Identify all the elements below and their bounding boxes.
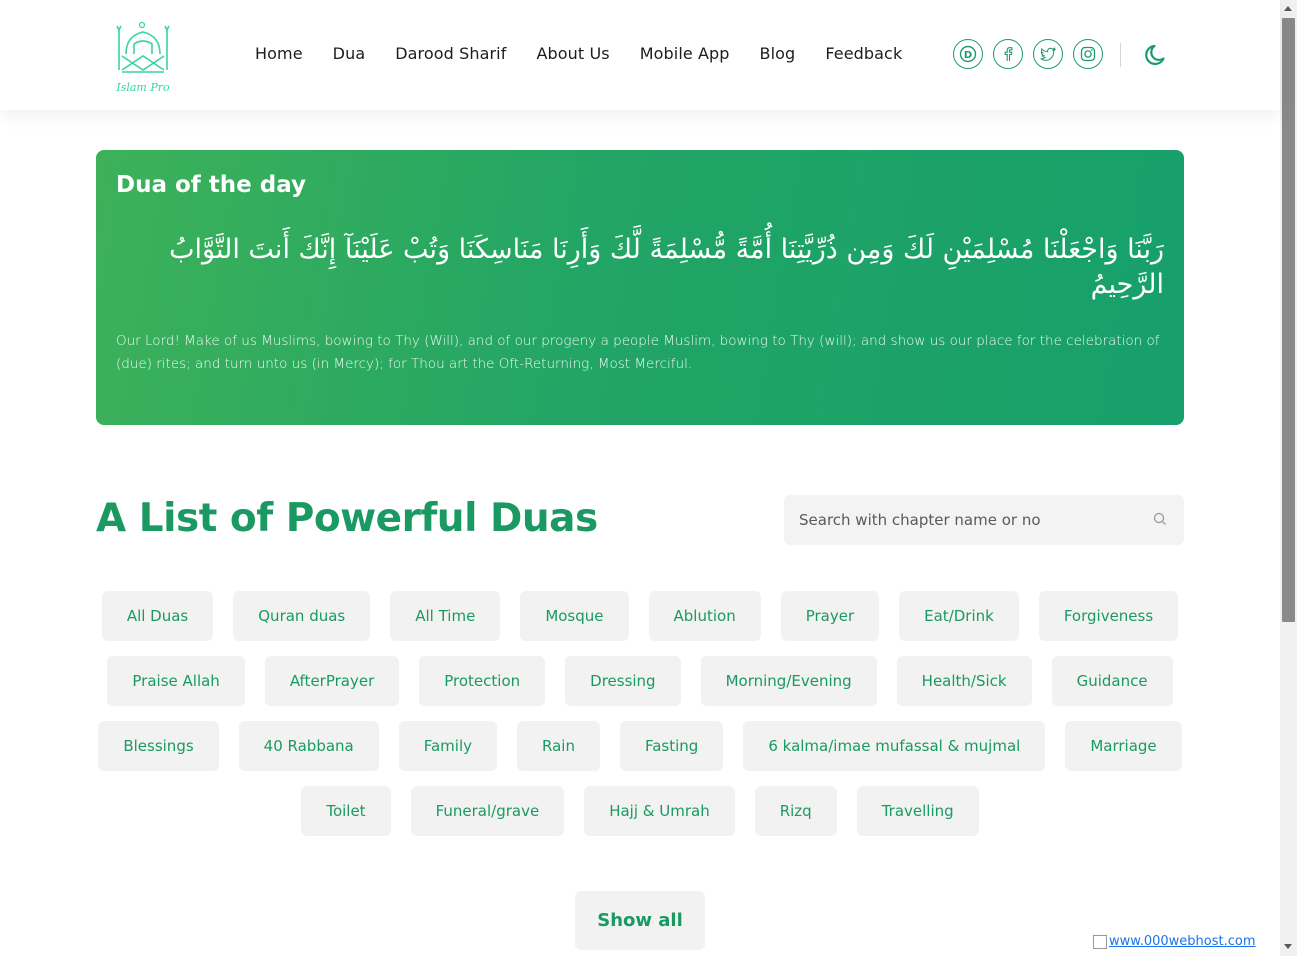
nav-dua[interactable]: Dua bbox=[333, 44, 366, 63]
duas-list-title: A List of Powerful Duas bbox=[96, 496, 598, 541]
facebook-link[interactable] bbox=[993, 39, 1023, 69]
chip-row: Praise Allah AfterPrayer Protection Dres… bbox=[96, 656, 1184, 706]
twitter-icon bbox=[1040, 47, 1057, 61]
broken-image-icon bbox=[1093, 934, 1107, 949]
show-all-button[interactable]: Show all bbox=[575, 891, 705, 950]
webhost-badge-text: www.000webhost.com bbox=[1109, 934, 1256, 949]
site-logo[interactable]: Islam Pro bbox=[112, 20, 174, 94]
category-chips: All Duas Quran duas All Time Mosque Ablu… bbox=[96, 591, 1184, 851]
category-chip[interactable]: Health/Sick bbox=[896, 656, 1032, 706]
dua-translation-text: Our Lord! Make of us Muslims, bowing to … bbox=[116, 333, 1160, 372]
chip-row: All Duas Quran duas All Time Mosque Ablu… bbox=[96, 591, 1184, 641]
category-chip[interactable]: Prayer bbox=[780, 591, 880, 641]
category-chip[interactable]: Fasting bbox=[619, 721, 724, 771]
category-chip[interactable]: Rain bbox=[517, 721, 600, 771]
category-chip[interactable]: Eat/Drink bbox=[899, 591, 1019, 641]
nav-feedback[interactable]: Feedback bbox=[825, 44, 902, 63]
category-chip[interactable]: All Duas bbox=[101, 591, 214, 641]
search-box bbox=[784, 495, 1184, 545]
search-icon[interactable] bbox=[1153, 512, 1167, 526]
category-chip[interactable]: Funeral/grave bbox=[410, 786, 565, 836]
svg-text:D: D bbox=[964, 50, 972, 61]
dua-of-the-day-card: Dua of the day رَبَّنَا وَاجْعَلْنَا مُس… bbox=[96, 150, 1184, 425]
category-chip[interactable]: All Time bbox=[390, 591, 501, 641]
category-chip[interactable]: Travelling bbox=[856, 786, 979, 836]
twitter-link[interactable] bbox=[1033, 39, 1063, 69]
nav-home[interactable]: Home bbox=[255, 44, 303, 63]
dailymotion-icon: D bbox=[959, 45, 977, 63]
main-nav: Home Dua Darood Sharif About Us Mobile A… bbox=[255, 44, 902, 63]
instagram-icon bbox=[1080, 46, 1096, 62]
logo-text: Islam Pro bbox=[116, 81, 170, 94]
header-divider bbox=[1120, 43, 1121, 67]
category-chip[interactable]: Protection bbox=[419, 656, 546, 706]
mosque-quran-logo-icon bbox=[116, 21, 170, 73]
category-chip[interactable]: Guidance bbox=[1051, 656, 1173, 706]
dua-arabic-text: رَبَّنَا وَاجْعَلْنَا مُسْلِمَيْنِ لَكَ … bbox=[169, 234, 1164, 301]
scroll-up-arrow-icon[interactable] bbox=[1284, 6, 1292, 11]
nav-mobile-app[interactable]: Mobile App bbox=[640, 44, 730, 63]
scrollbar-thumb[interactable] bbox=[1282, 18, 1295, 622]
nav-about-us[interactable]: About Us bbox=[536, 44, 609, 63]
category-chip[interactable]: Marriage bbox=[1065, 721, 1182, 771]
search-input[interactable] bbox=[784, 495, 1184, 545]
category-chip[interactable]: 40 Rabbana bbox=[238, 721, 379, 771]
category-chip[interactable]: Family bbox=[398, 721, 498, 771]
webhost-badge-link[interactable]: www.000webhost.com bbox=[1093, 934, 1256, 949]
category-chip[interactable]: Toilet bbox=[301, 786, 391, 836]
category-chip[interactable]: AfterPrayer bbox=[264, 656, 400, 706]
category-chip[interactable]: Quran duas bbox=[233, 591, 371, 641]
dailymotion-link[interactable]: D bbox=[953, 39, 983, 69]
category-chip[interactable]: Ablution bbox=[648, 591, 761, 641]
chip-row: Blessings 40 Rabbana Family Rain Fasting… bbox=[96, 721, 1184, 771]
site-header: Islam Pro Home Dua Darood Sharif About U… bbox=[0, 0, 1280, 110]
nav-blog[interactable]: Blog bbox=[760, 44, 796, 63]
instagram-link[interactable] bbox=[1073, 39, 1103, 69]
chip-row: Toilet Funeral/grave Hajj & Umrah Rizq T… bbox=[96, 786, 1184, 836]
social-links: D bbox=[953, 39, 1103, 69]
category-chip[interactable]: 6 kalma/imae mufassal & mujmal bbox=[743, 721, 1046, 771]
category-chip[interactable]: Morning/Evening bbox=[700, 656, 877, 706]
category-chip[interactable]: Praise Allah bbox=[107, 656, 245, 706]
facebook-icon bbox=[1004, 47, 1013, 61]
category-chip[interactable]: Blessings bbox=[98, 721, 219, 771]
nav-darood-sharif[interactable]: Darood Sharif bbox=[395, 44, 506, 63]
theme-toggle[interactable] bbox=[1143, 42, 1169, 68]
category-chip[interactable]: Hajj & Umrah bbox=[584, 786, 735, 836]
category-chip[interactable]: Mosque bbox=[520, 591, 629, 641]
category-chip[interactable]: Dressing bbox=[565, 656, 681, 706]
category-chip[interactable]: Rizq bbox=[754, 786, 837, 836]
scroll-down-arrow-icon[interactable] bbox=[1284, 944, 1292, 949]
dua-of-the-day-title: Dua of the day bbox=[116, 172, 307, 198]
category-chip[interactable]: Forgiveness bbox=[1038, 591, 1179, 641]
moon-icon bbox=[1145, 44, 1165, 66]
